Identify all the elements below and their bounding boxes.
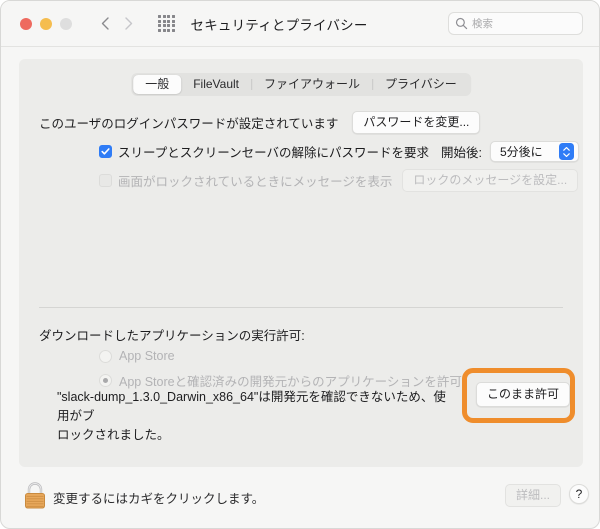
- show-lock-message-label: 画面がロックされているときにメッセージを表示: [118, 175, 393, 189]
- help-button[interactable]: ?: [569, 484, 589, 504]
- blocked-app-notice: "slack-dump_1.3.0_Darwin_x86_64"は開発元を確認で…: [57, 388, 457, 445]
- blocked-app-notice-line2: ロックされました。: [57, 428, 170, 442]
- set-lock-message-button: ロックのメッセージを設定...: [402, 169, 579, 192]
- minimize-button[interactable]: [40, 17, 52, 30]
- password-status-label: このユーザのログインパスワードが設定されています: [39, 117, 339, 131]
- gatekeeper-heading: ダウンロードしたアプリケーションの実行許可:: [39, 329, 305, 343]
- navigation-buttons: [96, 14, 138, 34]
- lock-hint-text: 変更するにはカギをクリックします。: [53, 492, 265, 506]
- traffic-lights: [20, 17, 72, 30]
- gatekeeper-heading-row: ダウンロードしたアプリケーションの実行許可:: [39, 325, 305, 344]
- password-status-row: このユーザのログインパスワードが設定されています パスワードを変更...: [39, 111, 481, 134]
- chevron-right-icon: [120, 14, 138, 34]
- advanced-button: 詳細...: [504, 484, 561, 507]
- section-divider: [39, 307, 563, 308]
- radio-selected-dot: [103, 378, 108, 383]
- page-title: セキュリティとプライバシー: [190, 17, 368, 33]
- show-lock-message-row: 画面がロックされているときにメッセージを表示 ロックのメッセージを設定...: [99, 169, 579, 192]
- search-placeholder: 検索: [472, 18, 493, 30]
- footer-bar: 変更するにはカギをクリックします。 詳細... ?: [1, 467, 599, 528]
- tab-firewall[interactable]: ファイアウォール: [252, 75, 372, 94]
- require-password-row: スリープとスクリーンセーバの解除にパスワードを要求 開始後: 5分後に: [99, 141, 579, 162]
- show-all-grid-icon[interactable]: [158, 15, 175, 32]
- system-preferences-window: セキュリティとプライバシー 検索 一般 FileVault ファイアウォール プ…: [0, 0, 600, 529]
- tab-privacy[interactable]: プライバシー: [373, 75, 469, 94]
- chevron-updown-icon: [558, 143, 574, 160]
- delay-value: 5分後に: [500, 145, 543, 159]
- delay-popup-button[interactable]: 5分後に: [490, 141, 579, 162]
- gatekeeper-option-appstore: App Store: [99, 349, 175, 363]
- close-button[interactable]: [20, 17, 32, 30]
- tab-filevault[interactable]: FileVault: [181, 75, 251, 94]
- tab-general[interactable]: 一般: [133, 75, 182, 94]
- change-password-button[interactable]: パスワードを変更...: [352, 111, 481, 134]
- radio-app-store-identified-developers: [99, 374, 112, 387]
- zoom-button: [60, 17, 72, 30]
- radio-app-store: [99, 349, 112, 363]
- require-password-label: スリープとスクリーンセーバの解除にパスワードを要求: [118, 146, 430, 160]
- show-lock-message-checkbox: [99, 174, 112, 187]
- allow-anyway-button[interactable]: このまま許可: [476, 382, 571, 407]
- require-password-checkbox[interactable]: [99, 145, 112, 158]
- lock-closed-icon[interactable]: [19, 478, 51, 512]
- search-icon: [455, 17, 468, 30]
- delay-label: 開始後:: [441, 146, 482, 160]
- chevron-left-icon[interactable]: [96, 14, 114, 34]
- blocked-app-notice-line1: "slack-dump_1.3.0_Darwin_x86_64"は開発元を確認で…: [57, 390, 446, 423]
- tab-bar: 一般 FileVault ファイアウォール プライバシー: [131, 73, 471, 96]
- search-field[interactable]: 検索: [448, 12, 583, 35]
- radio-app-store-label: App Store: [119, 349, 175, 363]
- window-titlebar: セキュリティとプライバシー 検索: [1, 1, 599, 47]
